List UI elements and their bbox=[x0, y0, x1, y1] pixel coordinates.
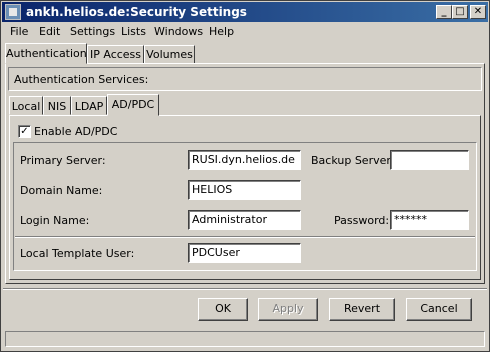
apply-button[interactable]: Apply bbox=[258, 298, 318, 321]
backup-server-field[interactable] bbox=[390, 150, 469, 170]
domain-name-label: Domain Name: bbox=[20, 184, 103, 197]
password-label: Password: bbox=[334, 214, 390, 227]
menu-help[interactable]: Help bbox=[209, 25, 234, 38]
menu-edit[interactable]: Edit bbox=[39, 25, 60, 38]
section-header: Authentication Services: bbox=[8, 67, 482, 91]
backup-server-label: Backup Server: bbox=[311, 154, 395, 167]
tab-volumes[interactable]: Volumes bbox=[144, 45, 195, 64]
enable-ad-pdc-checkbox[interactable]: ✓ bbox=[18, 125, 31, 138]
menu-file[interactable]: File bbox=[10, 25, 28, 38]
divider bbox=[15, 236, 475, 238]
security-settings-window: ankh.helios.de:Security Settings _ □ ✕ F… bbox=[0, 0, 490, 352]
button-bar-divider bbox=[3, 288, 487, 290]
login-name-label: Login Name: bbox=[20, 214, 90, 227]
app-icon bbox=[5, 4, 21, 20]
template-user-field[interactable]: PDCUser bbox=[188, 243, 301, 263]
tab-local[interactable]: Local bbox=[9, 96, 43, 115]
tab-authentication[interactable]: Authentication bbox=[5, 43, 87, 64]
tab-ad-pdc[interactable]: AD/PDC bbox=[107, 94, 159, 116]
primary-server-field[interactable]: RUSI.dyn.helios.de bbox=[188, 150, 301, 170]
primary-server-label: Primary Server: bbox=[20, 154, 106, 167]
enable-ad-pdc-label: Enable AD/PDC bbox=[34, 125, 118, 138]
menu-settings[interactable]: Settings bbox=[70, 25, 115, 38]
cancel-button[interactable]: Cancel bbox=[406, 298, 472, 321]
window-title: ankh.helios.de:Security Settings bbox=[26, 5, 247, 19]
menu-lists[interactable]: Lists bbox=[121, 25, 146, 38]
tab-ldap[interactable]: LDAP bbox=[71, 96, 107, 115]
maximize-icon[interactable]: □ bbox=[452, 5, 468, 19]
template-user-label: Local Template User: bbox=[20, 247, 135, 260]
minimize-icon[interactable]: _ bbox=[436, 5, 452, 19]
status-bar bbox=[5, 331, 485, 347]
revert-button[interactable]: Revert bbox=[329, 298, 395, 321]
tab-nis[interactable]: NIS bbox=[43, 96, 71, 115]
tab-ip-access[interactable]: IP Access bbox=[87, 45, 144, 64]
close-icon[interactable]: ✕ bbox=[470, 5, 486, 19]
title-bar[interactable]: ankh.helios.de:Security Settings _ □ ✕ bbox=[2, 2, 488, 22]
login-name-field[interactable]: Administrator bbox=[188, 210, 301, 230]
section-title: Authentication Services: bbox=[14, 73, 149, 86]
ok-button[interactable]: OK bbox=[198, 298, 248, 321]
password-field[interactable]: ****** bbox=[390, 210, 469, 230]
domain-name-field[interactable]: HELIOS bbox=[188, 180, 301, 200]
menu-windows[interactable]: Windows bbox=[154, 25, 203, 38]
